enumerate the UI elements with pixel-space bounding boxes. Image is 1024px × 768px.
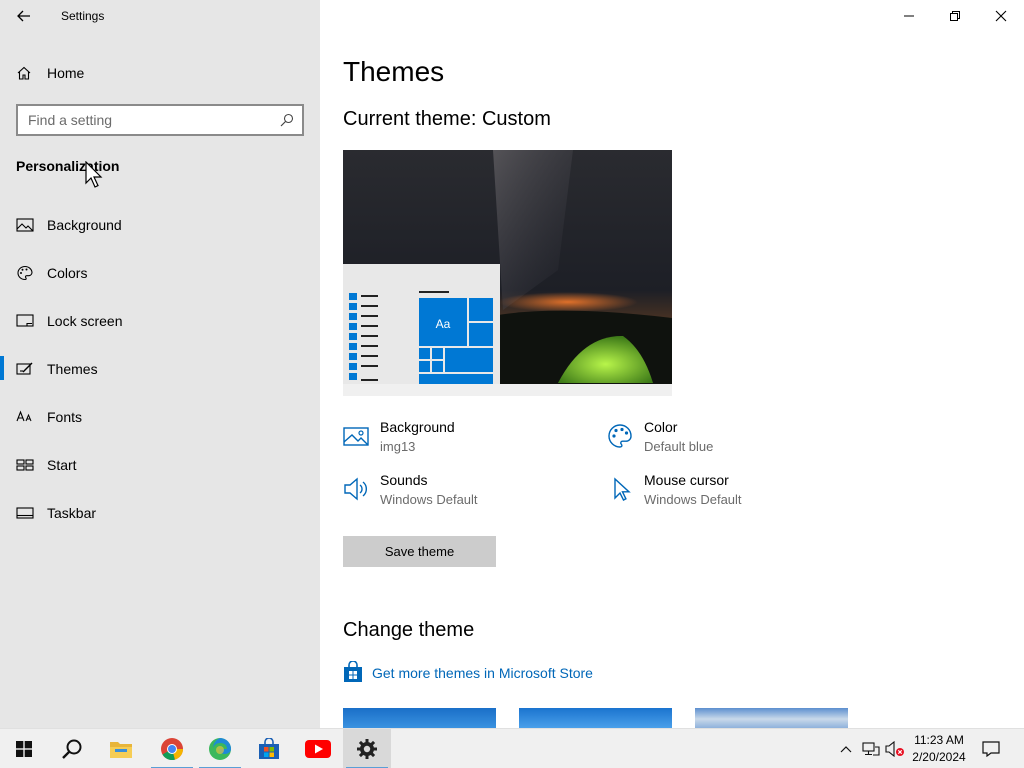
sidebar-item-label: Colors bbox=[47, 265, 88, 281]
tray-overflow-button[interactable] bbox=[836, 739, 856, 759]
back-arrow-icon bbox=[17, 10, 30, 22]
sidebar-item-label: Background bbox=[47, 217, 122, 233]
speaker-icon bbox=[344, 477, 367, 501]
clock-time: 11:23 AM bbox=[914, 733, 964, 747]
sidebar-item-label: Lock screen bbox=[47, 313, 123, 329]
close-icon bbox=[995, 10, 1007, 22]
taskbar-settings[interactable] bbox=[343, 729, 391, 768]
search-box[interactable] bbox=[16, 104, 304, 136]
clock-date: 2/20/2024 bbox=[912, 750, 966, 764]
sidebar-item-label: Fonts bbox=[47, 409, 83, 425]
property-name: Mouse cursor bbox=[644, 472, 729, 488]
property-background[interactable]: Background img13 bbox=[343, 419, 583, 459]
image-icon bbox=[343, 427, 369, 446]
sidebar-item-colors[interactable]: Colors bbox=[0, 255, 320, 303]
sidebar-item-lock-screen[interactable]: Lock screen bbox=[0, 303, 320, 351]
home-icon bbox=[17, 66, 31, 80]
notification-icon bbox=[982, 741, 1000, 757]
chevron-up-icon bbox=[840, 746, 852, 753]
lock-screen-icon bbox=[16, 314, 34, 327]
property-value: Windows Default bbox=[380, 492, 478, 507]
youtube-icon bbox=[305, 740, 331, 758]
property-sounds[interactable]: Sounds Windows Default bbox=[343, 472, 583, 512]
property-name: Color bbox=[644, 419, 678, 435]
palette-icon bbox=[608, 424, 632, 448]
sidebar: Settings Home Personalization Background… bbox=[0, 0, 320, 728]
volume-muted-icon bbox=[885, 741, 904, 757]
taskbar-chrome[interactable] bbox=[148, 729, 196, 768]
start-button[interactable] bbox=[0, 729, 48, 768]
taskbar-search-button[interactable] bbox=[48, 729, 96, 768]
sidebar-item-themes[interactable]: Themes bbox=[0, 351, 320, 399]
theme-thumbnail[interactable] bbox=[695, 708, 848, 728]
taskbar-youtube[interactable] bbox=[294, 729, 342, 768]
search-input[interactable] bbox=[28, 110, 268, 130]
save-theme-button[interactable]: Save theme bbox=[343, 536, 496, 567]
window-title: Settings bbox=[61, 9, 105, 23]
restore-icon bbox=[950, 11, 960, 21]
current-theme-heading: Current theme: Custom bbox=[343, 108, 551, 130]
tray-network[interactable] bbox=[861, 739, 881, 759]
chrome-icon bbox=[161, 738, 184, 761]
taskbar-file-explorer[interactable] bbox=[97, 729, 145, 768]
store-link-label: Get more themes in Microsoft Store bbox=[372, 665, 593, 681]
back-button[interactable] bbox=[12, 4, 36, 28]
taskbar-icon bbox=[16, 507, 34, 519]
taskbar-edge[interactable] bbox=[196, 729, 244, 768]
start-icon bbox=[16, 459, 34, 471]
sidebar-item-label: Start bbox=[47, 457, 77, 473]
sidebar-item-label: Themes bbox=[47, 361, 98, 377]
selection-indicator bbox=[0, 356, 4, 380]
fonts-icon bbox=[16, 410, 32, 422]
taskbar-clock[interactable]: 11:23 AM 2/20/2024 bbox=[906, 732, 972, 766]
sidebar-item-label: Taskbar bbox=[47, 505, 97, 521]
sidebar-nav: Background Colors Lock screen Themes Fon… bbox=[0, 207, 320, 543]
palette-icon bbox=[17, 265, 33, 281]
page-title: Themes bbox=[343, 56, 445, 87]
action-center-button[interactable] bbox=[981, 739, 1001, 759]
property-name: Sounds bbox=[380, 472, 428, 488]
settings-window: Settings Home Personalization Background… bbox=[0, 0, 1024, 728]
mouse-pointer-icon bbox=[85, 161, 103, 188]
main-content: Themes Current theme: Custom Aa Backgrou… bbox=[320, 0, 1024, 728]
network-icon bbox=[862, 742, 880, 756]
property-mouse-cursor[interactable]: Mouse cursor Windows Default bbox=[607, 472, 847, 512]
windows-logo-icon bbox=[16, 741, 32, 757]
property-name: Background bbox=[380, 419, 455, 435]
property-color[interactable]: Color Default blue bbox=[607, 419, 847, 459]
property-value: Default blue bbox=[644, 439, 714, 454]
search-icon[interactable] bbox=[280, 113, 294, 127]
close-button[interactable] bbox=[978, 0, 1024, 32]
themes-icon bbox=[16, 362, 33, 375]
theme-preview: Aa bbox=[343, 150, 672, 396]
gear-icon bbox=[357, 739, 377, 759]
sidebar-item-background[interactable]: Background bbox=[0, 207, 320, 255]
search-icon bbox=[62, 739, 82, 759]
image-icon bbox=[16, 218, 34, 232]
cursor-arrow-icon bbox=[614, 477, 631, 501]
minimize-button[interactable] bbox=[886, 0, 932, 32]
edge-icon bbox=[209, 738, 231, 760]
property-value: Windows Default bbox=[644, 492, 742, 507]
property-value: img13 bbox=[380, 439, 416, 454]
taskbar: 11:23 AM 2/20/2024 bbox=[0, 728, 1024, 768]
preview-tile-text: Aa bbox=[436, 317, 451, 331]
tray-volume[interactable] bbox=[885, 739, 905, 759]
restore-button[interactable] bbox=[932, 0, 978, 32]
sidebar-item-start[interactable]: Start bbox=[0, 447, 320, 495]
sidebar-item-label: Home bbox=[47, 65, 85, 81]
folder-icon bbox=[110, 742, 132, 758]
taskbar-microsoft-store[interactable] bbox=[245, 729, 293, 768]
store-bag-icon bbox=[259, 738, 279, 759]
minimize-icon bbox=[904, 15, 914, 17]
change-theme-heading: Change theme bbox=[343, 619, 475, 641]
sidebar-item-home[interactable]: Home bbox=[0, 58, 320, 88]
store-bag-icon bbox=[344, 661, 362, 682]
theme-thumbnail[interactable] bbox=[519, 708, 672, 728]
theme-thumbnail[interactable] bbox=[343, 708, 496, 728]
sidebar-item-taskbar[interactable]: Taskbar bbox=[0, 495, 320, 543]
sidebar-item-fonts[interactable]: Fonts bbox=[0, 399, 320, 447]
